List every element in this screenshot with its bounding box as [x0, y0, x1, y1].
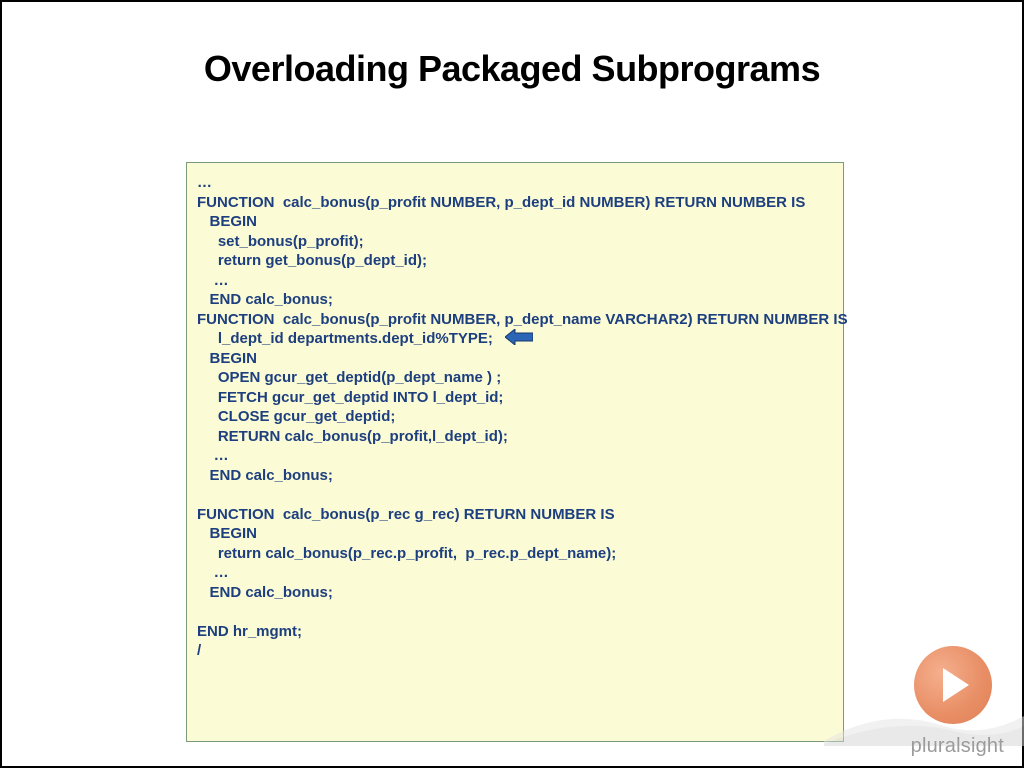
code-line: …	[197, 174, 212, 191]
code-box: … FUNCTION calc_bonus(p_profit NUMBER, p…	[186, 162, 844, 742]
code-line: FUNCTION calc_bonus(p_profit NUMBER, p_d…	[197, 194, 805, 211]
code-line: RETURN calc_bonus(p_profit,l_dept_id);	[197, 428, 508, 445]
code-line: /	[197, 642, 201, 659]
code-line: END calc_bonus;	[197, 584, 333, 601]
swoosh-icon	[824, 696, 1024, 746]
code-line: …	[197, 564, 229, 581]
arrow-left-icon	[505, 329, 533, 345]
code-line: OPEN gcur_get_deptid(p_dept_name ) ;	[197, 369, 501, 386]
code-line: END calc_bonus;	[197, 467, 333, 484]
slide-title: Overloading Packaged Subprograms	[2, 48, 1022, 90]
code-line: set_bonus(p_profit);	[197, 233, 364, 250]
code-content: … FUNCTION calc_bonus(p_profit NUMBER, p…	[197, 173, 833, 661]
code-line: l_dept_id departments.dept_id%TYPE;	[197, 330, 493, 347]
brand-text: pluralsight	[911, 735, 1004, 758]
play-icon	[914, 646, 992, 724]
brand-logo: pluralsight	[854, 644, 1014, 764]
code-line: END hr_mgmt;	[197, 623, 302, 640]
code-line: BEGIN	[197, 213, 257, 230]
code-line: FUNCTION calc_bonus(p_profit NUMBER, p_d…	[197, 311, 848, 328]
play-triangle-icon	[943, 668, 969, 702]
slide: Overloading Packaged Subprograms … FUNCT…	[0, 0, 1024, 768]
code-line: return calc_bonus(p_rec.p_profit, p_rec.…	[197, 545, 616, 562]
code-line: BEGIN	[197, 350, 257, 367]
code-line: …	[197, 447, 229, 464]
code-line: CLOSE gcur_get_deptid;	[197, 408, 395, 425]
code-line: END calc_bonus;	[197, 291, 333, 308]
code-line: …	[197, 272, 229, 289]
code-line: return get_bonus(p_dept_id);	[197, 252, 427, 269]
code-line: FUNCTION calc_bonus(p_rec g_rec) RETURN …	[197, 506, 615, 523]
code-line: FETCH gcur_get_deptid INTO l_dept_id;	[197, 389, 503, 406]
code-line: BEGIN	[197, 525, 257, 542]
